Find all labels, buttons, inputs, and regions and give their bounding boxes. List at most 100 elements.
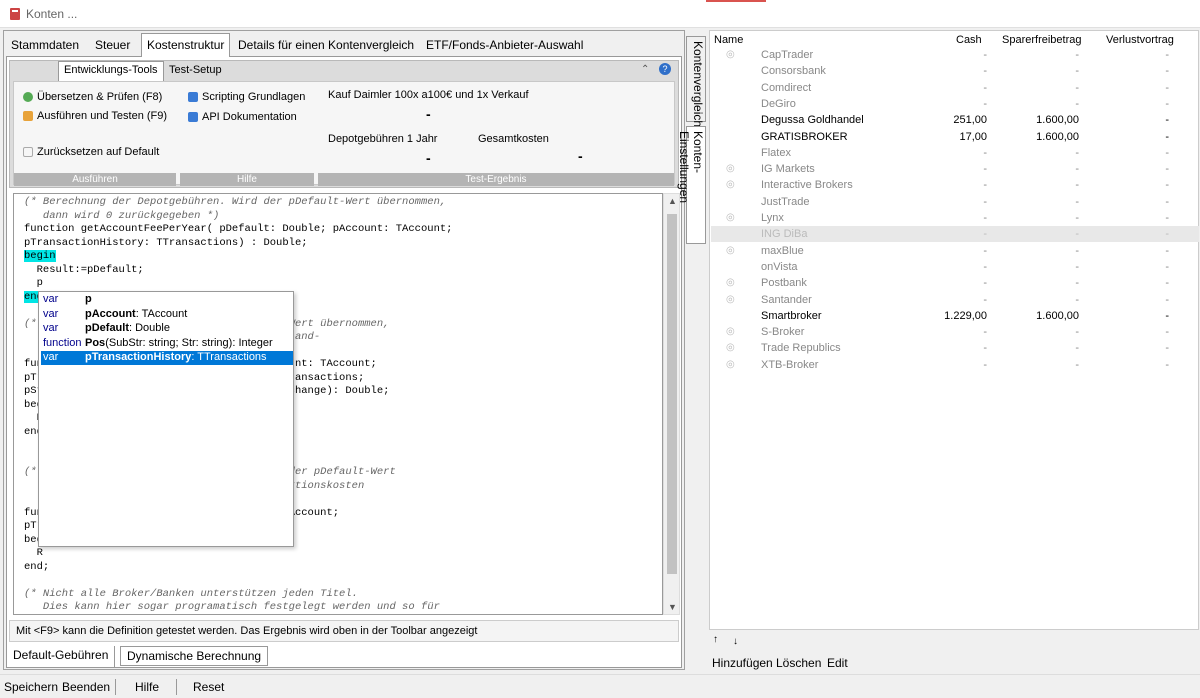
table-row[interactable]: Smartbroker 1.229,00 1.600,00 -	[711, 308, 1199, 324]
autocomplete-item[interactable]: var pAccount: TAccount	[41, 308, 293, 322]
autocomplete-popup[interactable]: var p var pAccount: TAccount var pDefault: Do…	[38, 291, 294, 547]
table-row[interactable]: Comdirect - - -	[711, 80, 1199, 96]
cash-value: -	[983, 228, 987, 241]
title-bar: Konten ...	[0, 0, 1200, 28]
editor-scrollbar[interactable]: ▲ ▼	[663, 193, 680, 615]
hidden-eye-icon[interactable]: ◎	[726, 277, 740, 288]
verlustvortrag-value: -	[1165, 81, 1169, 94]
table-row[interactable]: ING DiBa - - -	[711, 226, 1199, 243]
reset-button[interactable]: Reset	[193, 680, 224, 694]
collapse-icon[interactable]: ⌃	[641, 64, 649, 75]
cash-value: 17,00	[959, 130, 987, 143]
hidden-eye-icon[interactable]: ◎	[726, 294, 740, 305]
hidden-eye-icon[interactable]: ◎	[726, 342, 740, 353]
tab-stammdaten[interactable]: Stammdaten	[6, 36, 84, 56]
broker-name: Smartbroker	[761, 309, 822, 322]
table-row[interactable]: ◎ XTB-Broker - - -	[711, 357, 1199, 373]
sparerfreibetrag-value: 1.600,00	[1036, 130, 1079, 143]
cash-value: -	[983, 260, 987, 273]
scripting-docs-link[interactable]: Scripting Grundlagen	[188, 91, 305, 103]
scroll-down-icon[interactable]: ▼	[668, 602, 677, 612]
scroll-thumb[interactable]	[667, 214, 677, 574]
autocomplete-item[interactable]: var p	[41, 293, 293, 307]
scroll-up-icon[interactable]: ▲	[668, 196, 677, 206]
tab-entwicklungs-tools[interactable]: Entwicklungs-Tools	[58, 61, 164, 81]
hidden-eye-icon[interactable]: ◎	[726, 163, 740, 174]
cash-value: -	[983, 212, 987, 224]
table-row[interactable]: ◎ CapTrader - - -	[711, 47, 1199, 63]
table-row[interactable]: ◎ Lynx - - -	[711, 210, 1199, 226]
table-row[interactable]: ◎ IG Markets - - -	[711, 161, 1199, 177]
sparerfreibetrag-value: -	[1075, 358, 1079, 371]
verlustvortrag-value: -	[1165, 195, 1169, 208]
tab-konten-einstellungen[interactable]: Konten-Einstellungen	[677, 126, 706, 244]
cash-value: 1.229,00	[944, 309, 987, 322]
hidden-eye-icon[interactable]: ◎	[726, 245, 740, 256]
broker-name: Lynx	[761, 212, 784, 224]
table-row[interactable]: ◎ Interactive Brokers - - -	[711, 177, 1199, 193]
tab-etf-fonds[interactable]: ETF/Fonds-Anbieter-Auswahl	[421, 36, 588, 56]
edit-button[interactable]: Edit	[827, 656, 848, 670]
help-icon[interactable]: ?	[659, 63, 671, 75]
table-row[interactable]: Flatex - - -	[711, 145, 1199, 161]
depot-fee-value: -	[426, 150, 431, 166]
table-row[interactable]: ◎ Postbank - - -	[711, 275, 1199, 291]
move-up-icon[interactable]: ↑	[713, 634, 718, 645]
delete-button[interactable]: Löschen	[776, 656, 821, 670]
autocomplete-text: p	[85, 293, 92, 305]
tab-test-setup[interactable]: Test-Setup	[164, 62, 227, 80]
total-cost-label: Gesamtkosten	[478, 133, 549, 145]
autocomplete-item[interactable]: var pDefault: Double	[41, 322, 293, 336]
hidden-eye-icon[interactable]: ◎	[726, 359, 740, 370]
hidden-eye-icon[interactable]: ◎	[726, 179, 740, 190]
tab-kontenvergleich[interactable]: Kontenvergleich	[686, 36, 706, 127]
cash-value: -	[983, 163, 987, 176]
autocomplete-kind: var	[43, 322, 59, 334]
quit-button[interactable]: Beenden	[62, 680, 110, 694]
sparerfreibetrag-value: -	[1075, 65, 1079, 78]
cash-value: -	[983, 293, 987, 306]
verlustvortrag-value: -	[1165, 277, 1169, 290]
broker-name: JustTrade	[761, 195, 810, 208]
run-test-button[interactable]: Ausführen und Testen (F9)	[23, 110, 167, 122]
table-row[interactable]: ◎ Santander - - -	[711, 292, 1199, 308]
compile-button[interactable]: Übersetzen & Prüfen (F8)	[23, 91, 162, 103]
broker-name: CapTrader	[761, 49, 814, 61]
api-docs-link[interactable]: API Dokumentation	[188, 111, 297, 123]
save-button[interactable]: Speichern	[4, 680, 58, 694]
verlustvortrag-value: -	[1165, 228, 1169, 241]
bottom-toolbar: Speichern Beenden Hilfe Reset	[0, 674, 1200, 698]
autocomplete-item[interactable]: function Pos(SubStr: string; Str: string)…	[41, 337, 293, 351]
add-button[interactable]: Hinzufügen	[712, 656, 773, 670]
tab-steuer[interactable]: Steuer	[90, 36, 135, 56]
verlustvortrag-value: -	[1165, 97, 1169, 110]
verlustvortrag-value: -	[1165, 114, 1169, 127]
autocomplete-item[interactable]: var pTransactionHistory: TTransactions	[41, 351, 293, 365]
table-row[interactable]: GRATISBROKER 17,00 1.600,00 -	[711, 129, 1199, 145]
table-row[interactable]: JustTrade - - -	[711, 194, 1199, 210]
autocomplete-kind: var	[43, 293, 59, 305]
window-title: Konten ...	[26, 7, 78, 21]
table-row[interactable]: ◎ Trade Republics - - -	[711, 340, 1199, 356]
verlustvortrag-value: -	[1165, 342, 1169, 355]
broker-name: Flatex	[761, 146, 791, 159]
verlustvortrag-value: -	[1165, 358, 1169, 371]
tab-kostenstruktur[interactable]: Kostenstruktur	[141, 33, 231, 57]
tab-default-gebuehren[interactable]: Default-Gebühren	[6, 646, 116, 668]
reset-default-button[interactable]: Zurücksetzen auf Default	[23, 146, 159, 158]
cash-value: -	[983, 97, 987, 110]
table-row[interactable]: DeGiro - - -	[711, 96, 1199, 112]
tab-details-kontenvergleich[interactable]: Details für einen Kontenvergleich	[233, 36, 419, 56]
hidden-eye-icon[interactable]: ◎	[726, 326, 740, 337]
hidden-eye-icon[interactable]: ◎	[726, 212, 740, 223]
table-row[interactable]: Consorsbank - - -	[711, 63, 1199, 79]
table-row[interactable]: ◎ maxBlue - - -	[711, 243, 1199, 259]
table-row[interactable]: ◎ S-Broker - - -	[711, 324, 1199, 340]
help-button[interactable]: Hilfe	[135, 680, 159, 694]
table-row[interactable]: onVista - - -	[711, 259, 1199, 275]
tab-dynamische-berechnung[interactable]: Dynamische Berechnung	[120, 646, 269, 666]
table-row[interactable]: Degussa Goldhandel 251,00 1.600,00 -	[711, 112, 1199, 128]
broker-name: GRATISBROKER	[761, 130, 848, 143]
hidden-eye-icon[interactable]: ◎	[726, 49, 740, 60]
move-down-icon[interactable]: ↓	[733, 636, 738, 647]
